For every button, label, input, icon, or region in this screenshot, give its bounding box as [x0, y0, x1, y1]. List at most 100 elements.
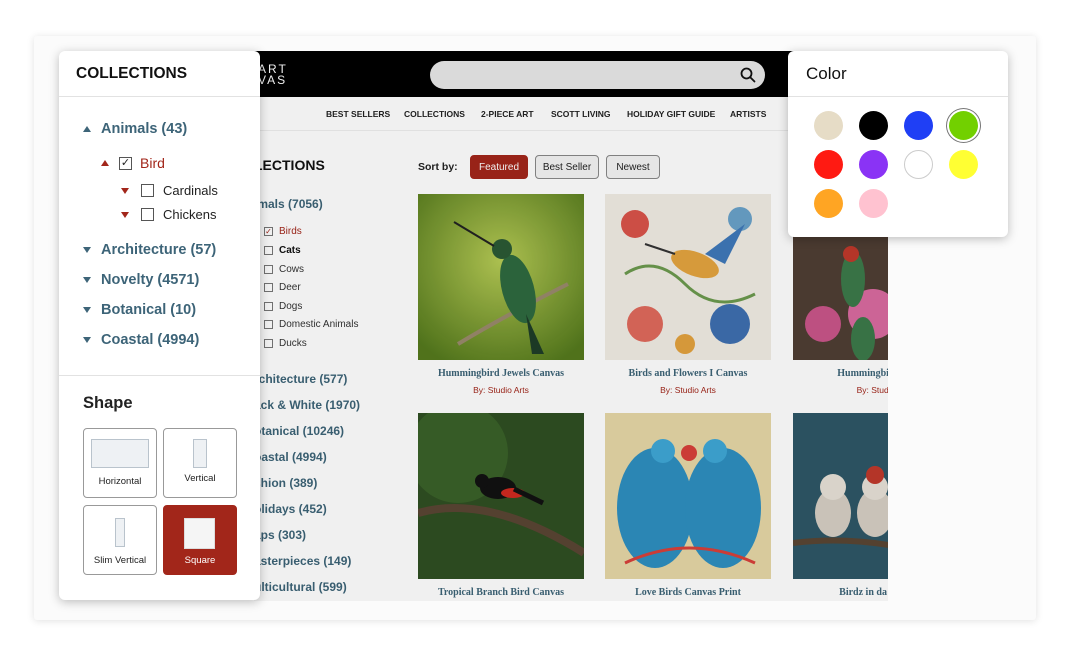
collections-filter-panel: COLLECTIONS Animals (43) ✓ Bird Cardinal…	[59, 51, 260, 600]
expand-arrow-icon[interactable]	[121, 187, 129, 194]
tree-item-chickens[interactable]: Chickens	[121, 207, 216, 222]
product-card[interactable]: Hummingbird Jewels Canvas By: Studio Art…	[418, 194, 584, 395]
product-artist[interactable]: By: Studio	[793, 385, 888, 395]
sort-featured-button[interactable]: Featured	[470, 155, 528, 179]
checkbox[interactable]	[264, 302, 273, 311]
shape-horizontal-button[interactable]: Horizontal	[83, 428, 157, 498]
color-swatch[interactable]	[904, 111, 933, 140]
nav-holiday-gift-guide[interactable]: HOLIDAY GIFT GUIDE	[627, 109, 715, 119]
product-title[interactable]: Hummingbird Jewels Canvas	[418, 368, 584, 379]
product-image[interactable]	[605, 413, 771, 579]
shape-slim-vertical-button[interactable]: Slim Vertical	[83, 505, 157, 575]
checkbox[interactable]	[264, 246, 273, 255]
product-title[interactable]: Birdz in da Hood	[793, 587, 888, 598]
color-swatch[interactable]	[949, 111, 978, 140]
sort-by-label: Sort by:	[418, 161, 458, 173]
sidebar-category-multicultural[interactable]: ulticultural (599)	[254, 580, 347, 594]
nav-collections[interactable]: COLLECTIONS	[404, 109, 465, 119]
tree-item-botanical[interactable]: Botanical (10)	[83, 302, 196, 318]
color-swatch[interactable]	[949, 150, 978, 179]
expand-arrow-icon[interactable]	[83, 277, 91, 283]
product-card[interactable]: Birds and Flowers I Canvas By: Studio Ar…	[605, 194, 771, 395]
expand-arrow-icon[interactable]	[83, 337, 91, 343]
tree-item-animals[interactable]: Animals (43)	[83, 121, 187, 137]
sidebar-item-label: Ducks	[279, 338, 307, 349]
sidebar-category-holidays[interactable]: olidays (452)	[254, 502, 327, 516]
expand-arrow-icon[interactable]	[83, 247, 91, 253]
sidebar-category-black-white[interactable]: ack & White (1970)	[254, 398, 360, 412]
tree-item-label: Chickens	[163, 207, 217, 222]
sidebar-item-label: Birds	[279, 226, 302, 237]
sort-best-seller-button[interactable]: Best Seller	[535, 155, 599, 179]
nav-scott-living[interactable]: SCOTT LIVING	[551, 109, 611, 119]
sidebar-item-cats[interactable]: Cats	[264, 245, 301, 256]
color-swatch[interactable]	[904, 150, 933, 179]
expand-arrow-icon[interactable]	[121, 211, 129, 218]
site-search-input[interactable]	[430, 61, 765, 89]
tree-item-label: Botanical (10)	[101, 302, 197, 318]
cardinals-checkbox[interactable]	[141, 184, 154, 197]
site-logo[interactable]: ART VAS	[258, 63, 288, 86]
checkbox[interactable]	[264, 265, 273, 274]
sidebar-item-label: Deer	[279, 282, 301, 293]
panel-divider	[59, 375, 260, 376]
sidebar-item-birds[interactable]: ✓ Birds	[264, 226, 302, 237]
product-title[interactable]: Love Birds Canvas Print	[605, 587, 771, 598]
sidebar-item-domestic-animals[interactable]: Domestic Animals	[264, 319, 358, 330]
checkbox[interactable]	[264, 283, 273, 292]
collapse-arrow-icon[interactable]	[83, 126, 91, 132]
tree-item-cardinals[interactable]: Cardinals	[121, 183, 218, 198]
color-swatch[interactable]	[859, 150, 888, 179]
sidebar-category-maps[interactable]: aps (303)	[254, 528, 306, 542]
shape-section-title: Shape	[83, 394, 133, 412]
sidebar-category-masterpieces[interactable]: asterpieces (149)	[254, 554, 351, 568]
sidebar-category-botanical[interactable]: otanical (10246)	[254, 424, 344, 438]
collapse-arrow-icon[interactable]	[101, 160, 109, 166]
product-artist[interactable]: By: Studio Arts	[418, 385, 584, 395]
chickens-checkbox[interactable]	[141, 208, 154, 221]
search-icon[interactable]	[739, 66, 757, 84]
sidebar-category-fashion[interactable]: shion (389)	[254, 476, 317, 490]
checkbox[interactable]	[264, 320, 273, 329]
shape-vertical-button[interactable]: Vertical	[163, 428, 237, 498]
color-swatch[interactable]	[859, 189, 888, 218]
sidebar-item-deer[interactable]: Deer	[264, 282, 301, 293]
product-title[interactable]: Birds and Flowers I Canvas	[605, 368, 771, 379]
shape-square-button[interactable]: Square	[163, 505, 237, 575]
sidebar-item-ducks[interactable]: Ducks	[264, 338, 307, 349]
product-card[interactable]: Tropical Branch Bird Canvas	[418, 413, 584, 598]
product-card[interactable]: Love Birds Canvas Print	[605, 413, 771, 598]
sort-newest-button[interactable]: Newest	[606, 155, 660, 179]
shape-label: Vertical	[184, 473, 216, 484]
tree-item-bird[interactable]: ✓ Bird	[101, 155, 165, 171]
product-image[interactable]	[793, 413, 888, 579]
expand-arrow-icon[interactable]	[83, 307, 91, 313]
checkbox-checked[interactable]: ✓	[264, 227, 273, 236]
nav-best-sellers[interactable]: BEST SELLERS	[326, 109, 390, 119]
tree-item-coastal[interactable]: Coastal (4994)	[83, 332, 199, 348]
sidebar-item-cows[interactable]: Cows	[264, 264, 304, 275]
nav-2-piece-art[interactable]: 2-PIECE ART	[481, 109, 534, 119]
product-title[interactable]: Tropical Branch Bird Canvas	[418, 587, 584, 598]
nav-artists[interactable]: ARTISTS	[730, 109, 766, 119]
product-title[interactable]: Hummingbirds Je	[793, 368, 888, 379]
product-image[interactable]	[418, 194, 584, 360]
product-card[interactable]: Birdz in da Hood	[793, 413, 888, 598]
tree-item-architecture[interactable]: Architecture (57)	[83, 242, 216, 258]
vertical-shape-icon	[193, 439, 207, 468]
color-swatch[interactable]	[814, 150, 843, 179]
product-image[interactable]	[418, 413, 584, 579]
sidebar-category-architecture[interactable]: rchitecture (577)	[254, 372, 347, 386]
sidebar-category-animals[interactable]: imals (7056)	[254, 197, 323, 211]
product-image[interactable]	[605, 194, 771, 360]
tree-item-label: Coastal (4994)	[101, 332, 200, 348]
color-swatch[interactable]	[814, 111, 843, 140]
sidebar-item-dogs[interactable]: Dogs	[264, 301, 302, 312]
product-artist[interactable]: By: Studio Arts	[605, 385, 771, 395]
color-swatch[interactable]	[814, 189, 843, 218]
color-swatch[interactable]	[859, 111, 888, 140]
bird-checkbox[interactable]: ✓	[119, 156, 132, 170]
sidebar-category-coastal[interactable]: oastal (4994)	[254, 450, 327, 464]
tree-item-novelty[interactable]: Novelty (4571)	[83, 272, 199, 288]
checkbox[interactable]	[264, 339, 273, 348]
